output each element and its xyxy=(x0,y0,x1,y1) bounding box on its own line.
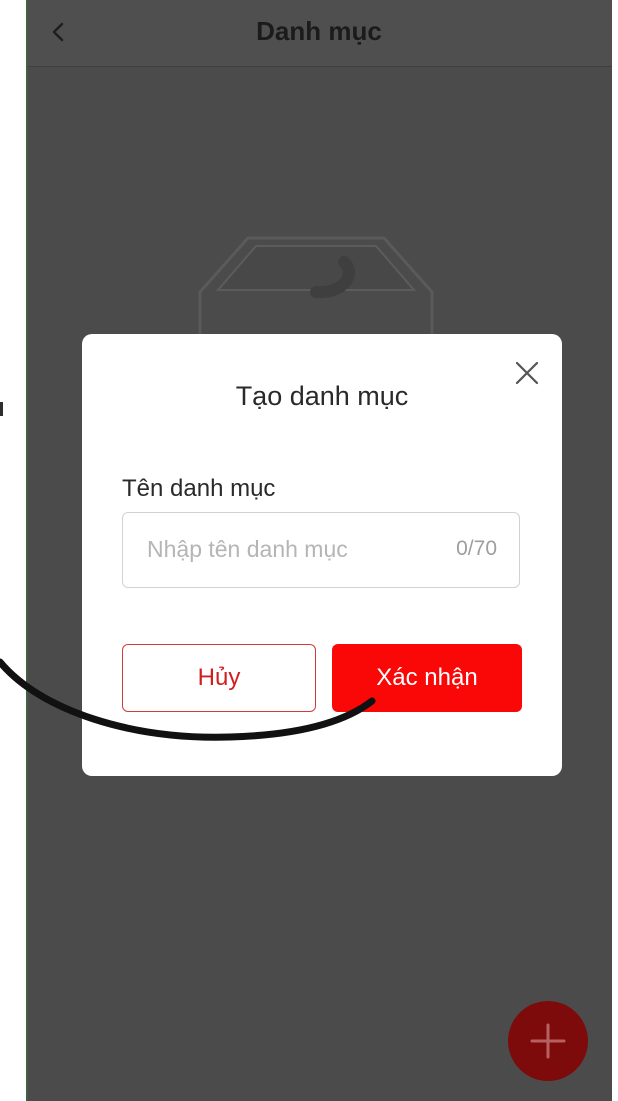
category-name-label: Tên danh mục xyxy=(122,475,276,502)
add-category-fab[interactable] xyxy=(508,1001,588,1081)
confirm-button[interactable]: Xác nhận xyxy=(332,644,522,712)
dialog-title: Tạo danh mục xyxy=(235,381,409,411)
category-name-field: 0/70 xyxy=(122,512,520,588)
screen: Danh mục Tạo danh mục Tên danh mục 0 xyxy=(0,0,618,1101)
page-title: Danh mục xyxy=(256,16,382,46)
app-header: Danh mục xyxy=(26,0,612,66)
character-counter: 0/70 xyxy=(456,537,497,560)
screen-edge xyxy=(26,0,28,1101)
cancel-button[interactable]: Hủy xyxy=(122,644,316,712)
create-category-dialog: Tạo danh mục Tên danh mục 0/70 Hủy Xác n… xyxy=(82,334,562,776)
plus-icon xyxy=(530,1023,566,1059)
category-name-input[interactable] xyxy=(147,513,437,586)
empty-box-illustration xyxy=(198,236,434,342)
